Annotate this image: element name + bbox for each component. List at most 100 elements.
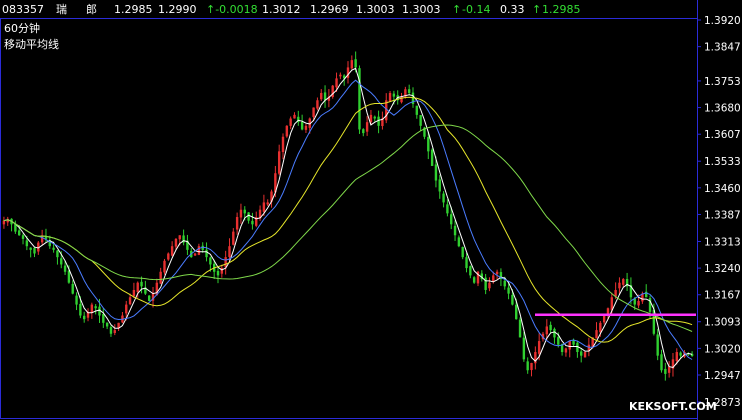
- y-tick-label: 1.3313: [704, 236, 741, 248]
- candle-body: [388, 92, 392, 102]
- header-value-7: 1.2969: [310, 3, 349, 16]
- candle-body: [140, 281, 143, 287]
- candle-body: [266, 202, 269, 205]
- candle-body: [450, 214, 453, 225]
- candle-body: [488, 282, 491, 289]
- header-value-10: ↑: [452, 3, 461, 16]
- candle-body: [339, 74, 342, 77]
- candle-body: [637, 300, 640, 306]
- candle-body: [178, 235, 181, 240]
- candle-body: [60, 258, 63, 265]
- candle-body: [293, 114, 296, 119]
- candle-body: [602, 315, 606, 323]
- header-value-2: 郎: [86, 2, 97, 16]
- candle-body: [549, 324, 552, 331]
- candle-body: [224, 257, 227, 268]
- candle-body: [312, 107, 315, 117]
- candle-body: [216, 270, 220, 276]
- candle-body: [656, 334, 659, 356]
- candle-body: [128, 297, 132, 305]
- candle-body: [132, 289, 136, 297]
- candle-body: [335, 78, 338, 88]
- header-value-0: 083357: [2, 3, 44, 16]
- candle-body: [90, 304, 94, 313]
- candle-body: [323, 92, 327, 101]
- y-tick-label: 1.3460: [704, 183, 741, 195]
- candle-body: [507, 287, 510, 294]
- y-tick-label: 1.2947: [704, 370, 741, 382]
- candle-body: [518, 319, 522, 338]
- candle-body: [251, 220, 254, 225]
- candle-body: [446, 204, 449, 214]
- header-value-3: 1.2985: [114, 3, 153, 16]
- candle-body: [167, 253, 170, 260]
- candle-body: [595, 330, 598, 339]
- candle-body: [170, 246, 174, 256]
- candle-body: [373, 116, 376, 119]
- candle-body: [599, 322, 602, 333]
- candle-body: [197, 246, 201, 255]
- y-tick-label: 1.3093: [704, 317, 741, 329]
- header-value-9: 1.3003: [402, 3, 441, 16]
- candle-body: [495, 271, 499, 275]
- candle-body: [679, 352, 682, 356]
- y-tick-label: 1.3847: [704, 42, 741, 54]
- candle-body: [583, 352, 587, 358]
- candle-body: [511, 294, 514, 305]
- candle-body: [400, 96, 403, 103]
- header-value-11: -0.14: [462, 3, 490, 16]
- period-label: 60分钟: [4, 21, 40, 35]
- candle-body: [205, 249, 208, 258]
- candle-body: [247, 212, 250, 221]
- candle-body: [136, 282, 139, 293]
- y-tick-label: 1.3020: [704, 343, 741, 355]
- candle-body: [243, 209, 246, 214]
- candle-body: [564, 348, 568, 353]
- candle-body: [285, 125, 289, 137]
- candle-body: [492, 275, 495, 282]
- header-value-6: 1.3012: [262, 3, 301, 16]
- candle-body: [580, 351, 583, 356]
- candle-body: [52, 247, 55, 250]
- candle-body: [75, 295, 78, 305]
- y-tick-label: 1.3920: [704, 15, 741, 27]
- candle-body: [472, 277, 476, 283]
- candle-body: [232, 231, 235, 245]
- candle-body: [235, 217, 239, 230]
- candle-body: [453, 225, 457, 236]
- candle-body: [664, 368, 667, 374]
- header-value-14: 1.2985: [542, 3, 581, 16]
- candle-body: [281, 136, 285, 153]
- candle-body: [419, 115, 422, 126]
- y-tick-label: 1.3167: [704, 290, 741, 302]
- candle-body: [239, 209, 243, 218]
- header-value-13: ↑: [532, 3, 541, 16]
- price-chart-svg: 1.3920 1.3847 1.3753 1.3680 1.3607 1.3533 1.34…: [0, 0, 742, 420]
- candle-body: [105, 322, 109, 327]
- candle-body: [320, 92, 323, 100]
- candle-body: [457, 237, 461, 247]
- candle-body: [109, 327, 113, 334]
- y-tick-label: 1.3387: [704, 209, 741, 221]
- candle-body: [71, 283, 74, 294]
- candle-body: [44, 236, 48, 239]
- candle-body: [503, 280, 506, 287]
- header-value-8: 1.3003: [356, 3, 395, 16]
- watermark-label: KEKSOFT.COM: [629, 400, 717, 413]
- candle-body: [63, 265, 67, 272]
- candle-body: [82, 315, 86, 320]
- candle-body: [660, 354, 663, 371]
- candle-body: [553, 328, 556, 338]
- candle-body: [113, 330, 116, 333]
- candle-body: [2, 220, 6, 225]
- candle-body: [159, 271, 162, 284]
- candle-body: [362, 129, 365, 134]
- header-value-4: 1.2990: [158, 3, 197, 16]
- candle-body: [515, 304, 518, 320]
- candle-body: [289, 118, 292, 126]
- candle-body: [526, 361, 529, 371]
- candle-body: [465, 257, 468, 269]
- y-tick-label: 1.3607: [704, 129, 741, 141]
- candle-body: [392, 93, 396, 97]
- candle-body: [277, 151, 281, 174]
